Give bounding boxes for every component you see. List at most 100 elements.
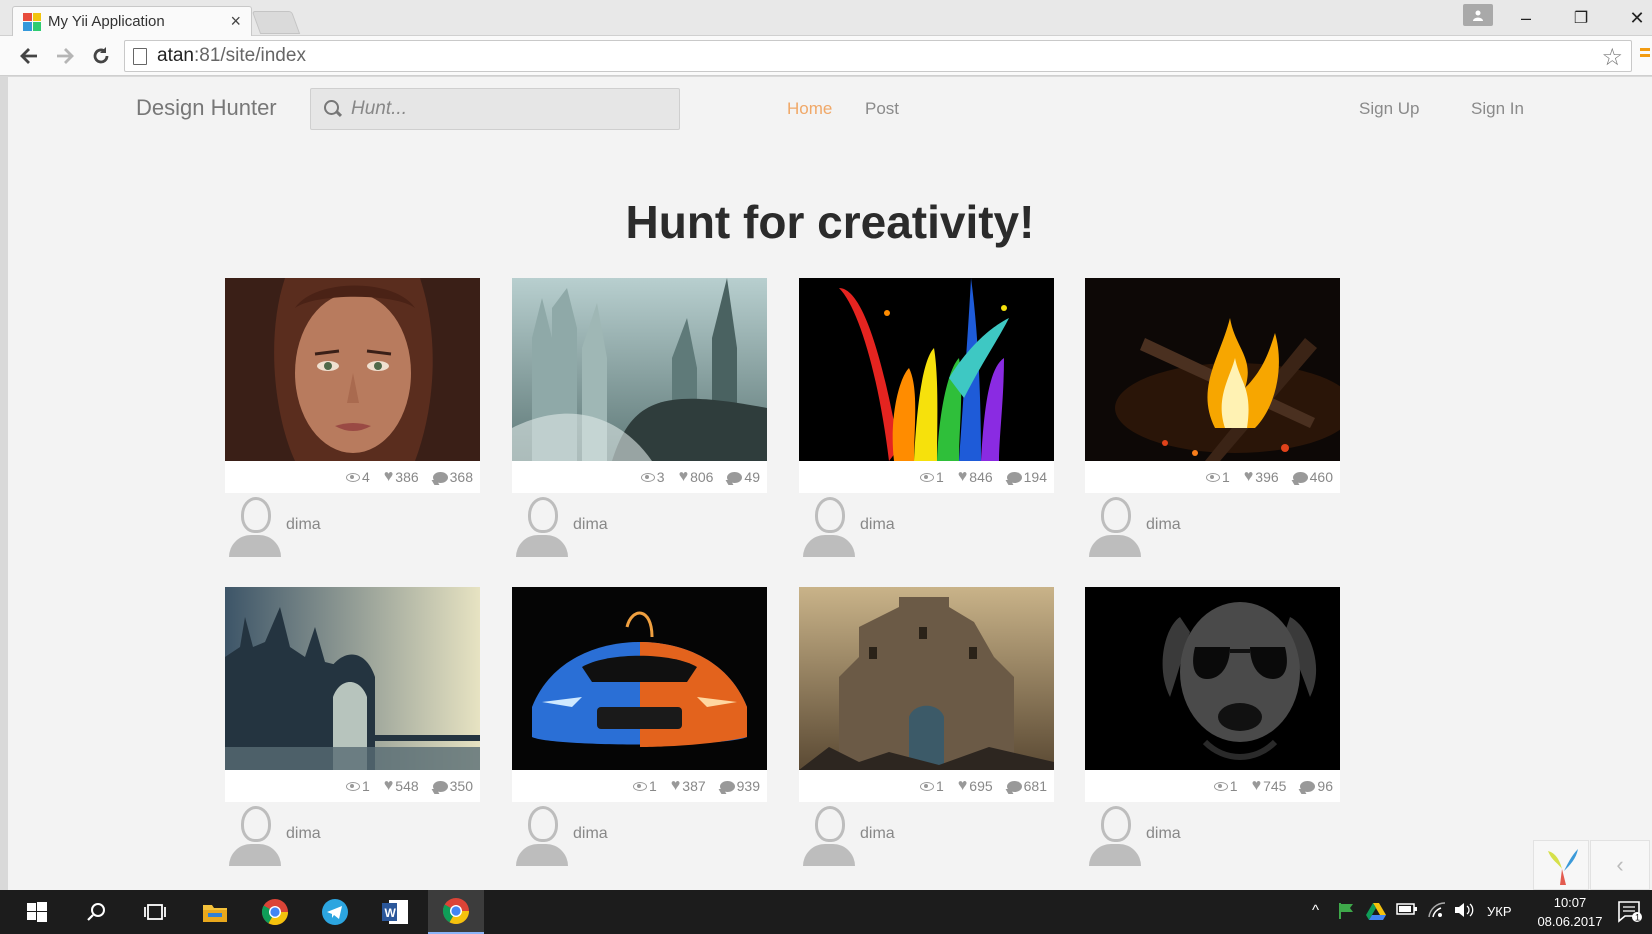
post-author[interactable]: dima <box>512 493 767 563</box>
likes-stat[interactable]: ♥ 387 <box>671 778 706 795</box>
star-icon[interactable]: ☆ <box>1601 43 1623 72</box>
battery-icon[interactable] <box>1396 902 1418 919</box>
nav-post-link[interactable]: Post <box>865 99 899 119</box>
file-explorer-icon[interactable] <box>190 890 240 934</box>
menu-icon[interactable] <box>1640 48 1650 64</box>
post-author[interactable]: dima <box>799 493 1054 563</box>
author-name[interactable]: dima <box>573 516 608 534</box>
chevron-up-icon[interactable]: ^ <box>1312 902 1319 919</box>
post-author[interactable]: dima <box>225 493 480 563</box>
tab-close-icon[interactable]: × <box>230 11 241 32</box>
search-box[interactable] <box>310 88 680 130</box>
post-image[interactable] <box>512 587 767 770</box>
post-card[interactable]: 1 ♥ 396 460 dima <box>1085 278 1340 563</box>
windows-start-icon[interactable] <box>12 890 62 934</box>
post-image[interactable] <box>512 278 767 461</box>
task-view-icon[interactable] <box>130 890 180 934</box>
eye-icon <box>919 781 934 791</box>
comments-stat[interactable]: 350 <box>432 778 473 794</box>
flag-icon[interactable] <box>1338 902 1356 923</box>
comments-stat[interactable]: 96 <box>1300 778 1333 794</box>
site-brand[interactable]: Design Hunter <box>136 95 277 121</box>
post-image[interactable] <box>1085 278 1340 461</box>
likes-stat[interactable]: ♥ 695 <box>958 778 993 795</box>
avatar <box>803 804 855 866</box>
comments-stat[interactable]: 939 <box>719 778 760 794</box>
author-name[interactable]: dima <box>573 825 608 843</box>
post-author[interactable]: dima <box>799 802 1054 872</box>
post-card[interactable]: 1 ♥ 846 194 dima <box>799 278 1054 563</box>
likes-stat[interactable]: ♥ 396 <box>1244 469 1279 486</box>
search-taskbar-icon[interactable] <box>72 890 122 934</box>
likes-stat[interactable]: ♥ 548 <box>384 778 419 795</box>
yii-debug-logo[interactable] <box>1533 840 1589 890</box>
chrome-active-icon[interactable] <box>428 890 484 934</box>
eye-icon <box>640 472 655 482</box>
language-indicator[interactable]: УКР <box>1487 904 1512 919</box>
author-name[interactable]: dima <box>286 825 321 843</box>
comment-icon <box>1300 780 1316 792</box>
comment-icon <box>719 780 735 792</box>
author-name[interactable]: dima <box>1146 516 1181 534</box>
telegram-icon[interactable] <box>310 890 360 934</box>
debug-toolbar-collapse-button[interactable]: ‹ <box>1590 840 1650 890</box>
comments-stat[interactable]: 460 <box>1292 469 1333 485</box>
author-name[interactable]: dima <box>860 516 895 534</box>
post-author[interactable]: dima <box>1085 493 1340 563</box>
back-arrow-icon[interactable] <box>14 42 44 70</box>
nav-home-link[interactable]: Home <box>787 99 832 119</box>
post-card[interactable]: 3 ♥ 806 49 dima <box>512 278 767 563</box>
browser-tab-active[interactable]: My Yii Application × <box>12 6 252 36</box>
author-name[interactable]: dima <box>1146 825 1181 843</box>
word-icon[interactable]: W <box>370 890 420 934</box>
sign-in-link[interactable]: Sign In <box>1471 99 1524 119</box>
forward-arrow-icon[interactable] <box>50 42 80 70</box>
minimize-button[interactable]: – <box>1503 4 1549 32</box>
author-name[interactable]: dima <box>286 516 321 534</box>
comments-stat[interactable]: 194 <box>1006 469 1047 485</box>
post-image[interactable] <box>225 278 480 461</box>
likes-stat[interactable]: ♥ 806 <box>679 469 714 486</box>
views-stat: 3 <box>640 469 665 485</box>
address-bar[interactable]: atan:81/site/index ☆ <box>124 40 1632 72</box>
avatar <box>229 804 281 866</box>
eye-icon <box>632 781 647 791</box>
post-image[interactable] <box>799 278 1054 461</box>
post-card[interactable]: 1 ♥ 745 96 dima <box>1085 587 1340 872</box>
likes-stat[interactable]: ♥ 745 <box>1252 778 1287 795</box>
post-author[interactable]: dima <box>512 802 767 872</box>
post-image[interactable] <box>1085 587 1340 770</box>
likes-stat[interactable]: ♥ 386 <box>384 469 419 486</box>
post-card[interactable]: 4 ♥ 386 368 dima <box>225 278 480 563</box>
search-input[interactable] <box>351 98 651 120</box>
profile-icon[interactable] <box>1463 4 1493 26</box>
close-window-button[interactable]: ✕ <box>1614 4 1652 32</box>
post-card[interactable]: 1 ♥ 695 681 dima <box>799 587 1054 872</box>
restore-button[interactable]: ❐ <box>1558 4 1604 32</box>
volume-icon[interactable] <box>1454 902 1474 921</box>
post-stats: 1 ♥ 548 350 <box>225 770 480 802</box>
new-tab-button[interactable] <box>251 11 301 34</box>
avatar <box>516 804 568 866</box>
wifi-icon[interactable] <box>1428 902 1446 921</box>
svg-text:W: W <box>385 906 397 920</box>
likes-stat[interactable]: ♥ 846 <box>958 469 993 486</box>
post-author[interactable]: dima <box>225 802 480 872</box>
google-drive-icon[interactable] <box>1366 902 1386 923</box>
comments-stat[interactable]: 681 <box>1006 778 1047 794</box>
clock[interactable]: 10:07 08.06.2017 <box>1530 893 1610 931</box>
comments-stat[interactable]: 49 <box>727 469 760 485</box>
author-name[interactable]: dima <box>860 825 895 843</box>
chrome-icon[interactable] <box>250 890 300 934</box>
post-author[interactable]: dima <box>1085 802 1340 872</box>
post-image[interactable] <box>799 587 1054 770</box>
post-card[interactable]: 1 ♥ 548 350 dima <box>225 587 480 872</box>
sign-up-link[interactable]: Sign Up <box>1359 99 1419 119</box>
comment-icon <box>432 471 448 483</box>
comments-stat[interactable]: 368 <box>432 469 473 485</box>
notifications-icon[interactable]: 1 <box>1618 901 1642 926</box>
post-image[interactable] <box>225 587 480 770</box>
tab-title: My Yii Application <box>48 13 165 30</box>
post-card[interactable]: 1 ♥ 387 939 dima <box>512 587 767 872</box>
reload-icon[interactable] <box>86 42 116 70</box>
